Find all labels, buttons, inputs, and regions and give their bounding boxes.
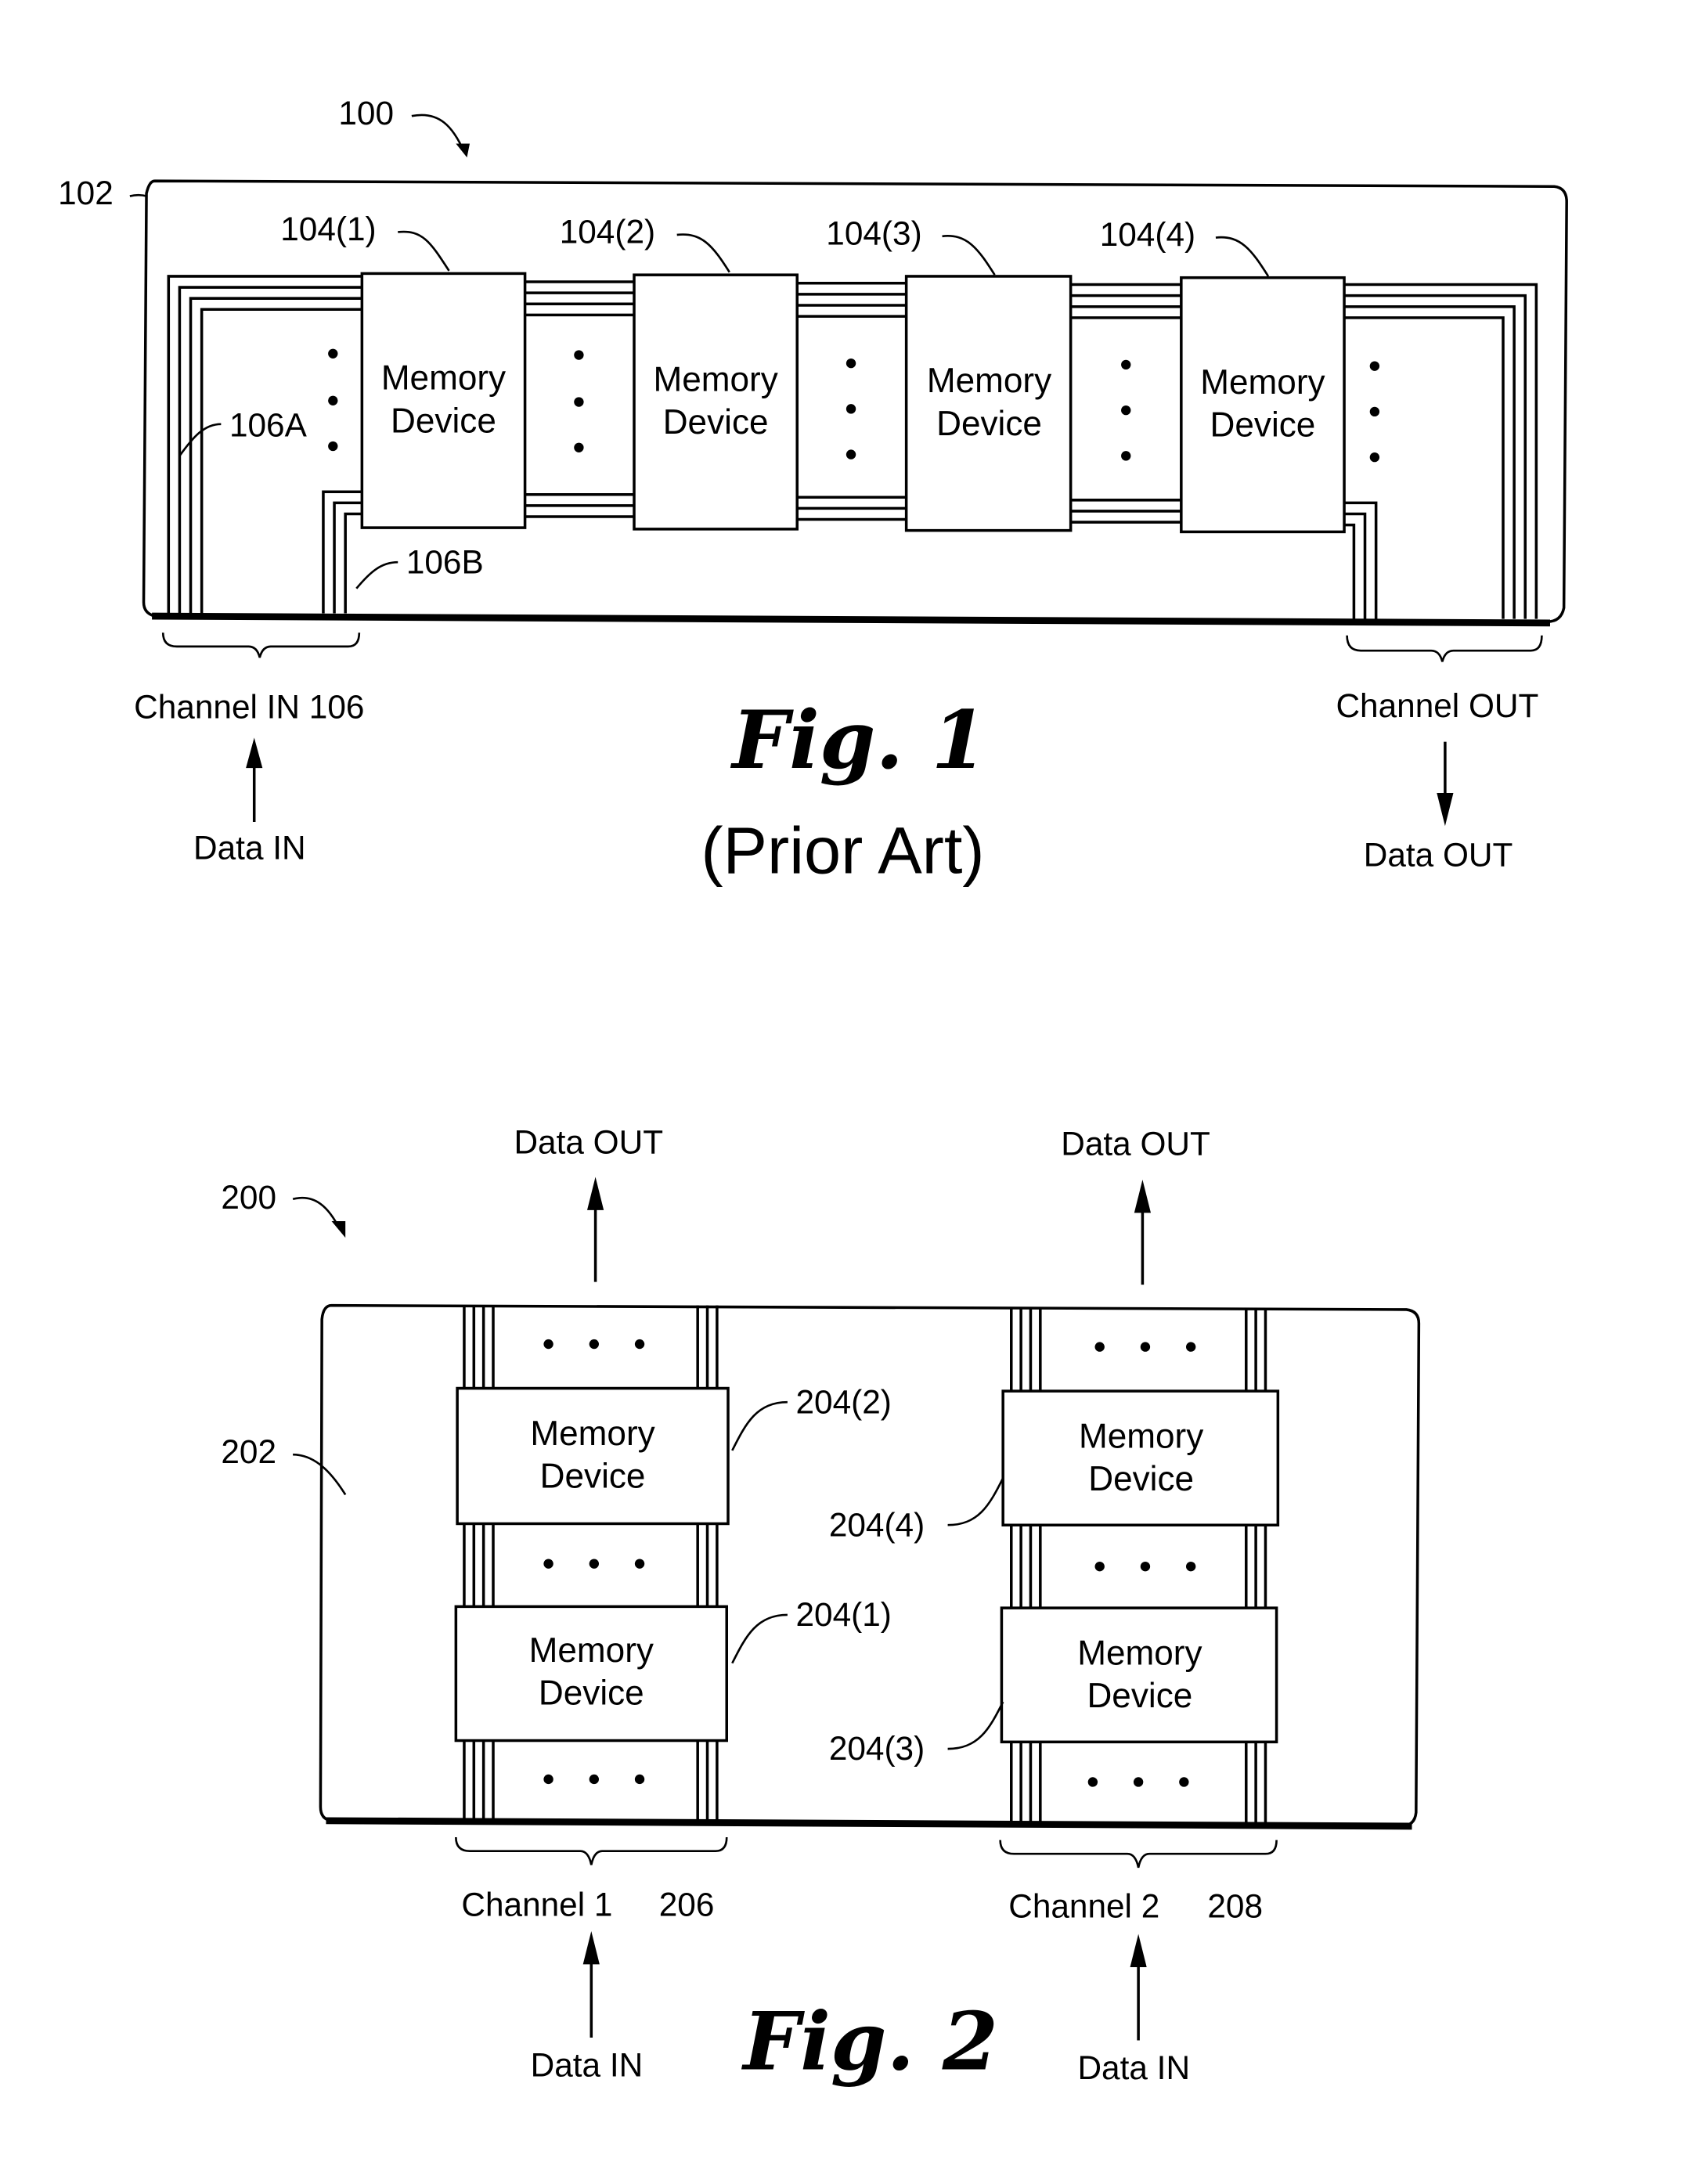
memory-device-204-4: Memory Device xyxy=(1001,1389,1280,1526)
ref-100-label: 100 xyxy=(338,95,394,132)
svg-text:Device: Device xyxy=(1087,1677,1192,1715)
ref-104-2-label: 104(2) xyxy=(560,214,655,250)
ref-204-2-label: 204(2) xyxy=(795,1383,891,1420)
svg-text:Memory: Memory xyxy=(1077,1634,1202,1672)
ref-202-label: 202 xyxy=(221,1433,276,1470)
svg-text:Device: Device xyxy=(391,402,496,440)
data-in-label: Data IN xyxy=(193,830,306,867)
svg-text:Memory: Memory xyxy=(381,359,506,398)
channel-1-brace xyxy=(455,1837,728,1865)
data-in-label-channel-1: Data IN xyxy=(531,2046,644,2083)
ref-104-1-label: 104(1) xyxy=(280,211,376,247)
memory-device-204-2: Memory Device xyxy=(456,1386,730,1526)
ref-200-arrowhead-icon xyxy=(331,1221,346,1238)
memory-device-204-3: Memory Device xyxy=(1000,1606,1278,1744)
memory-device-204-1: Memory Device xyxy=(454,1605,728,1743)
svg-text:Device: Device xyxy=(936,405,1042,443)
ref-104-4-label: 104(4) xyxy=(1100,216,1195,253)
svg-text:Device: Device xyxy=(1088,1460,1194,1498)
figure-1: 100 102 Memory Device Memory Device Memo… xyxy=(58,95,1568,887)
svg-text:Memory: Memory xyxy=(927,362,1051,400)
channel-in-brace xyxy=(161,632,361,658)
ref-106a-label: 106A xyxy=(229,407,308,444)
svg-text:Memory: Memory xyxy=(530,1415,654,1453)
memory-device-104-2: Memory Device xyxy=(633,273,799,531)
ref-204-3-label: 204(3) xyxy=(829,1730,925,1767)
ref-204-1-label: 204(1) xyxy=(795,1596,891,1633)
data-out-label-channel-1: Data OUT xyxy=(514,1124,663,1161)
channel-out-label: Channel OUT xyxy=(1336,687,1538,724)
data-out-label-channel-2: Data OUT xyxy=(1061,1125,1210,1162)
figure-2-title: Fig. 2 xyxy=(741,1995,998,2089)
memory-device-104-3: Memory Device xyxy=(904,275,1073,532)
figure-1-subtitle: (Prior Art) xyxy=(701,813,984,887)
channel-2-ref: 208 xyxy=(1207,1887,1263,1924)
ref-100-leader xyxy=(411,114,466,153)
ref-200-label: 200 xyxy=(221,1179,276,1216)
data-in-arrowhead-channel-2-icon xyxy=(1130,1934,1147,1967)
ref-106b-label: 106B xyxy=(406,543,484,580)
svg-text:Memory: Memory xyxy=(653,360,777,398)
data-in-arrowhead-channel-1-icon xyxy=(582,1931,600,1965)
memory-device-104-4: Memory Device xyxy=(1180,276,1346,534)
svg-text:Device: Device xyxy=(1210,406,1316,445)
ref-100-arrowhead-icon xyxy=(456,143,470,158)
ref-204-4-label: 204(4) xyxy=(829,1506,925,1543)
ref-200-leader xyxy=(292,1197,341,1231)
svg-text:Device: Device xyxy=(540,1458,646,1496)
data-in-arrowhead-icon xyxy=(246,737,263,769)
svg-text:Device: Device xyxy=(539,1674,644,1713)
data-out-arrowhead-channel-1-icon xyxy=(587,1177,604,1210)
memory-device-104-1: Memory Device xyxy=(360,272,527,529)
data-out-label: Data OUT xyxy=(1364,836,1513,873)
figure-1-title: Fig. 1 xyxy=(730,694,987,787)
channel-1-label: Channel 1 xyxy=(461,1887,612,1923)
data-out-arrowhead-channel-2-icon xyxy=(1134,1180,1151,1213)
svg-text:Device: Device xyxy=(663,403,769,441)
channel-1-ref: 206 xyxy=(659,1887,715,1923)
svg-text:Memory: Memory xyxy=(1200,363,1325,402)
channel-out-brace xyxy=(1346,635,1543,662)
data-in-label-channel-2: Data IN xyxy=(1077,2049,1190,2086)
channel-2-brace xyxy=(999,1840,1278,1869)
svg-text:Memory: Memory xyxy=(529,1631,654,1670)
data-out-arrowhead-icon xyxy=(1437,792,1454,827)
channel-2-label: Channel 2 xyxy=(1008,1887,1159,1924)
patent-drawing-sheet: 100 102 Memory Device Memory Device Memo… xyxy=(58,95,1568,2089)
ref-104-3-label: 104(3) xyxy=(826,214,921,251)
figure-2: 200 Data OUT Data OUT 202 Memory Device … xyxy=(221,1124,1421,2089)
svg-text:Memory: Memory xyxy=(1079,1417,1203,1455)
ref-102-label: 102 xyxy=(58,175,114,211)
channel-in-label: Channel IN 106 xyxy=(134,689,364,726)
